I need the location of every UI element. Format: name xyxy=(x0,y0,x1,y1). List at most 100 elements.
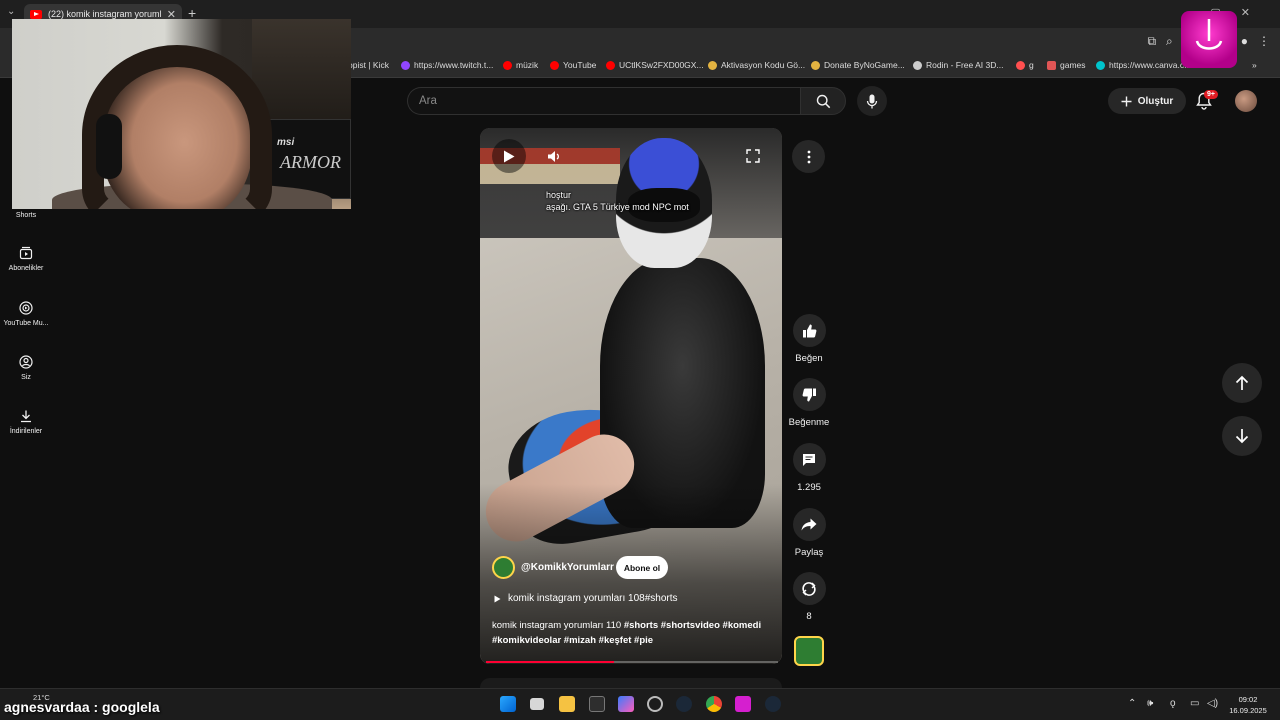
next-short-button[interactable] xyxy=(1222,416,1262,456)
bookmark-item[interactable]: g xyxy=(1016,60,1034,70)
sidebar-item-you[interactable]: Siz xyxy=(0,355,52,381)
bookmark-item[interactable]: Aktivasyon Kodu Gö... xyxy=(708,60,805,70)
copilot-icon[interactable] xyxy=(618,696,634,712)
bookmarks-overflow-icon[interactable]: » xyxy=(1252,60,1257,70)
youtube-music-icon xyxy=(19,301,33,315)
epic-games-icon[interactable] xyxy=(589,696,605,712)
search-input[interactable]: Ara xyxy=(407,87,800,115)
webcam-brand-text: msi xyxy=(277,137,295,148)
chrome-icon[interactable] xyxy=(706,696,722,712)
share-action[interactable]: Paylaş xyxy=(789,508,829,558)
shorts-video-player[interactable]: hoştur aşağı. GTA 5 Türkiye mod NPC mot xyxy=(480,128,782,664)
bookmark-item[interactable]: opist | Kick xyxy=(348,60,389,70)
file-explorer-icon[interactable] xyxy=(559,696,575,712)
folder-icon xyxy=(1047,60,1056,70)
notifications-badge: 9+ xyxy=(1204,90,1218,99)
play-icon xyxy=(504,150,515,162)
streaming-app-icon[interactable] xyxy=(735,696,751,712)
microphone-tray-icon[interactable]: ǫ xyxy=(1170,698,1176,709)
dislike-action[interactable]: Beğenme xyxy=(789,378,829,428)
bookmark-item[interactable]: https://www.twitch.t... xyxy=(401,60,493,70)
download-icon xyxy=(21,410,31,423)
like-button[interactable] xyxy=(792,314,826,347)
youtube-icon xyxy=(550,60,559,70)
share-button[interactable] xyxy=(792,508,826,541)
clock-time: 09:02 xyxy=(1238,695,1258,704)
video-description: komik instagram yorumları 110 #shorts #s… xyxy=(492,618,782,648)
bookmark-item[interactable]: Donate ByNoGame... xyxy=(811,60,905,70)
remix-button[interactable] xyxy=(792,572,826,605)
sidebar-item-subscriptions[interactable]: Abonelikler xyxy=(0,246,52,272)
share-arrow-icon xyxy=(801,518,817,531)
avatar[interactable] xyxy=(1235,90,1257,112)
task-view-icon[interactable] xyxy=(530,698,544,710)
bookmark-label: games xyxy=(1060,60,1086,70)
smile-icon xyxy=(1195,19,1223,50)
comment-icon xyxy=(803,453,815,466)
create-button[interactable]: Oluştur xyxy=(1108,88,1186,114)
system-clock[interactable]: 09:02 16.09.2025 xyxy=(1226,694,1270,716)
subscribe-button[interactable]: Abone ol xyxy=(616,556,668,579)
sound-thumbnail[interactable] xyxy=(794,636,824,666)
volume-icon[interactable]: ◁) xyxy=(1207,698,1218,709)
search-button[interactable] xyxy=(800,87,846,115)
channel-name-link[interactable]: @KomikkYorumlarr xyxy=(521,562,614,573)
remix-action[interactable]: 8 xyxy=(789,572,829,622)
bookmark-label: Aktivasyon Kodu Gö... xyxy=(721,60,806,70)
mute-button[interactable] xyxy=(537,139,571,173)
fullscreen-button[interactable] xyxy=(736,139,770,173)
sidebar-item-label: Abonelikler xyxy=(8,265,44,272)
arrow-down-icon xyxy=(1235,429,1249,444)
play-button[interactable] xyxy=(492,139,526,173)
previous-short-button[interactable] xyxy=(1222,363,1262,403)
playlist-link[interactable]: komik instagram yorumları 108#shorts xyxy=(494,593,678,604)
profile-icon[interactable]: ● xyxy=(1241,34,1248,49)
subscriptions-icon xyxy=(19,246,33,260)
start-windows-icon[interactable] xyxy=(500,696,516,712)
like-action[interactable]: Beğen xyxy=(789,314,829,364)
bookmark-item[interactable]: Rodin - Free AI 3D... xyxy=(913,60,1003,70)
tray-chevron-icon[interactable]: ⌃ xyxy=(1128,698,1136,709)
obs-icon[interactable] xyxy=(647,696,663,712)
sidebar-item-downloads[interactable]: İndirilenler xyxy=(0,409,52,435)
microphone-icon xyxy=(866,94,878,108)
bookmark-label: müzik xyxy=(516,60,539,70)
canva-icon xyxy=(1096,60,1105,70)
more-options-button[interactable] xyxy=(792,140,825,173)
sidebar-item-shorts[interactable]: Shorts xyxy=(0,212,52,219)
bookmark-label: Rodin - Free AI 3D... xyxy=(926,60,1004,70)
speaker-icon[interactable]: 🕪 xyxy=(1147,698,1153,709)
dislike-button[interactable] xyxy=(792,378,826,411)
bookmark-item[interactable]: games xyxy=(1047,60,1086,70)
twitch-icon xyxy=(401,60,410,70)
user-icon xyxy=(19,355,33,369)
youtube-music-icon xyxy=(503,60,512,70)
video-description-tags[interactable]: #shorts #shortsvideo #komedi xyxy=(624,620,761,631)
video-progress-bar[interactable] xyxy=(486,661,778,663)
bookmark-item[interactable]: UCtlKSw2FXD00GX... xyxy=(606,60,704,70)
create-button-label: Oluştur xyxy=(1137,95,1174,107)
video-progress-fill xyxy=(486,661,615,663)
install-app-icon[interactable]: ⧉ xyxy=(1147,34,1156,49)
crown-icon xyxy=(708,60,717,70)
bookmark-item[interactable]: müzik xyxy=(503,60,538,70)
comments-action[interactable]: 1.295 xyxy=(789,443,829,493)
zoom-icon[interactable]: ⌕ xyxy=(1166,34,1173,49)
remix-icon xyxy=(802,581,816,596)
fullscreen-icon xyxy=(746,149,760,163)
voice-search-button[interactable] xyxy=(857,86,887,116)
playlist-play-icon xyxy=(494,595,501,602)
bookmark-label: g xyxy=(1029,60,1034,70)
comments-button[interactable] xyxy=(792,443,826,476)
steam-icon[interactable] xyxy=(676,696,692,712)
network-icon[interactable]: ▭ xyxy=(1190,698,1199,709)
steam-icon[interactable] xyxy=(765,696,781,712)
video-description-tags[interactable]: #komikvideolar #mizah #keşfet #pie xyxy=(492,635,653,646)
tab-search-chevron-icon[interactable]: ⌄ xyxy=(7,6,15,17)
browser-menu-icon[interactable]: ⋮ xyxy=(1258,34,1270,49)
bookmark-item[interactable]: YouTube xyxy=(550,60,596,70)
rodin-icon xyxy=(913,60,922,70)
channel-avatar[interactable] xyxy=(492,556,515,579)
sidebar-item-youtube-music[interactable]: YouTube Mu... xyxy=(0,301,52,327)
bookmark-item[interactable]: https://www.canva.c... xyxy=(1096,60,1191,70)
